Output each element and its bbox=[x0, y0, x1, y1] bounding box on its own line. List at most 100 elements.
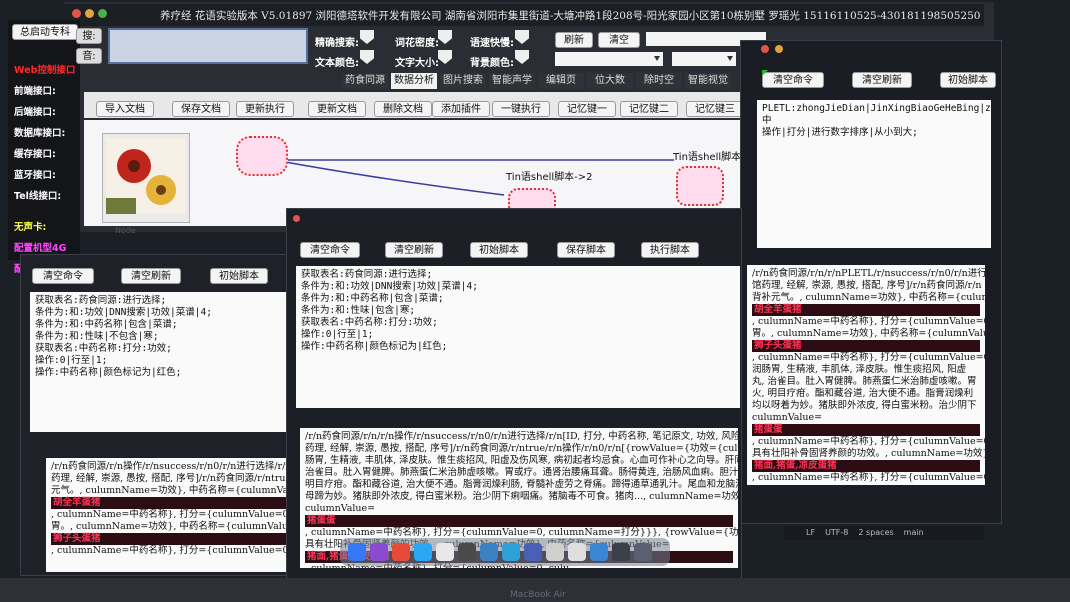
left-clear-refresh-button[interactable]: 清空刷新 bbox=[121, 268, 181, 284]
tab-3[interactable]: 智能声学 bbox=[489, 73, 535, 89]
dock-app-icon[interactable] bbox=[568, 543, 586, 561]
right-panel-min-dot-icon[interactable] bbox=[775, 45, 783, 53]
refresh-button[interactable]: 刷新 bbox=[555, 32, 593, 48]
toolbar-button-5[interactable]: 添加插件 bbox=[432, 101, 490, 117]
sidebar-item: Tel线接口: bbox=[14, 191, 62, 202]
output-line: 火, 明目疗疳。酯和藏谷道, 治大便不通。脂膏润燥利 bbox=[752, 388, 974, 399]
flow-node-icon-1[interactable] bbox=[236, 136, 288, 176]
sidebar-item: 无声卡: bbox=[14, 222, 47, 233]
center-init-script-button[interactable]: 初始脚本 bbox=[470, 242, 528, 258]
dock-app-icon[interactable] bbox=[414, 543, 432, 561]
dock-app-icon[interactable] bbox=[612, 543, 630, 561]
right-panel-close-dot-icon[interactable] bbox=[761, 45, 769, 53]
dock-app-icon[interactable] bbox=[436, 543, 454, 561]
dock-app-icon[interactable] bbox=[458, 543, 476, 561]
laptop-brand: MacBook Air bbox=[510, 590, 566, 600]
left-clear-command-button[interactable]: 清空命令 bbox=[32, 268, 94, 284]
status-item[interactable]: 2 spaces bbox=[858, 528, 893, 537]
tab-0[interactable]: 药食同源 bbox=[342, 73, 388, 89]
left-output-area[interactable]: /r/n药食同源/r/n操作/r/nsuccess/r/n0/r/n进行选择/r… bbox=[46, 458, 300, 572]
output-line: 胃。, culumnName=功效}, 中药名称={culumnValue= bbox=[51, 521, 300, 532]
dock-app-icon[interactable] bbox=[546, 543, 564, 561]
output-line: , culumnName=中药名称}, 打分={culumnValue=0, c… bbox=[752, 436, 985, 447]
sidebar-item[interactable]: Web控制接口 bbox=[14, 62, 75, 76]
output-line: 元气。, culumnName=功效}, 中药名称={culumnVa bbox=[51, 485, 289, 496]
window-controls[interactable] bbox=[72, 9, 112, 19]
sidebar-item: 配置机型4G bbox=[14, 243, 67, 254]
right-command-area[interactable]: PLETL:zhongJieDian|JinXingBiaoGeHeBing|z… bbox=[757, 100, 991, 248]
toolbar-button-6[interactable]: 一键执行 bbox=[492, 101, 550, 117]
dock-app-icon[interactable] bbox=[348, 543, 366, 561]
toolbar-button-4[interactable]: 删除文档 bbox=[374, 101, 432, 117]
toolbar: 导入文档 保存文档 更新执行 更新文档 删除文档 添加插件 一键执行 记忆键一 记忆键二 记忆键三 bbox=[88, 101, 748, 119]
status-item[interactable]: main bbox=[904, 528, 924, 537]
close-dot-icon[interactable] bbox=[72, 9, 81, 18]
right-init-script-button[interactable]: 初始脚本 bbox=[940, 72, 996, 88]
toolbar-button-1[interactable]: 保存文档 bbox=[172, 101, 230, 117]
right-output-area[interactable]: /r/n药食同源/r/n/r/nPLETL/r/nsuccess/r/n0/r/… bbox=[747, 265, 985, 485]
status-items: LF UTF-8 2 spaces main bbox=[806, 528, 934, 537]
sidebar-item: 蓝牙接口: bbox=[14, 170, 56, 181]
start-all-button[interactable]: 总启动专科 bbox=[12, 24, 78, 40]
toolbar-button-3[interactable]: 更新文档 bbox=[308, 101, 366, 117]
output-line: , culumnName=中药名称}, 打分={culumnValue=0, c… bbox=[752, 352, 985, 363]
search-label: 搜: bbox=[76, 28, 102, 44]
output-line: 药理, 经解, 崇源, 愚按, 搭配, 序号]/r/n药食同源/r/ntrue/… bbox=[51, 473, 300, 484]
output-line: culumnValue= bbox=[752, 412, 823, 423]
text-color-label: 文本颜色: bbox=[315, 58, 359, 69]
tab-1[interactable]: 数据分析 bbox=[391, 73, 437, 89]
center-close-dot-icon[interactable] bbox=[293, 215, 300, 222]
toolbar-button-8[interactable]: 记忆键二 bbox=[620, 101, 678, 117]
select-one-chevron-icon bbox=[654, 56, 660, 61]
toolbar-button-0[interactable]: 导入文档 bbox=[96, 101, 154, 117]
tab-2[interactable]: 图片搜索 bbox=[440, 73, 486, 89]
dock-app-icon[interactable] bbox=[392, 543, 410, 561]
right-flag-icon bbox=[762, 70, 768, 76]
status-item[interactable]: LF bbox=[806, 528, 815, 537]
dock-app-icon[interactable] bbox=[590, 543, 608, 561]
maximize-dot-icon[interactable] bbox=[98, 9, 107, 18]
output-line: 背补元气。, culumnName=功效}, 中药名称={culumnVa bbox=[752, 292, 985, 303]
output-line: /r/n药食同源/r/n/r/nPLETL/r/nsuccess/r/n0/r/… bbox=[752, 268, 985, 279]
tab-6[interactable]: 除时空 bbox=[636, 73, 682, 89]
output-line: /r/n药食同源/r/n/r/n操作/r/nsuccess/r/n0/r/n进行… bbox=[305, 431, 738, 442]
output-line: 药理, 经解, 崇源, 愚按, 搭配, 序号]/r/n药食同源/r/ntrue/… bbox=[305, 443, 738, 454]
sidebar-item: 缓存接口: bbox=[14, 149, 56, 160]
dock-app-icon[interactable] bbox=[524, 543, 542, 561]
minimize-dot-icon[interactable] bbox=[85, 9, 94, 18]
highlighted-row: 猪蛋蛋 bbox=[305, 515, 733, 527]
left-command-area[interactable]: 获取表名:药食同源:进行选择; 条件为:和:功效|DNN搜索|功效|菜谱|4; … bbox=[30, 292, 296, 432]
tab-4[interactable]: 编辑页 bbox=[538, 73, 584, 89]
toolbar-button-2[interactable]: 更新执行 bbox=[236, 101, 294, 117]
left-init-script-button[interactable]: 初始脚本 bbox=[210, 268, 268, 284]
tab-7[interactable]: 智能视觉 bbox=[685, 73, 731, 89]
speech-speed-label: 语速快慢: bbox=[470, 38, 514, 49]
output-line: 均以呀着为妙。猪肤即外浓皮, 得白蜜米粉。治少阴下 bbox=[752, 400, 977, 411]
select-one[interactable] bbox=[555, 52, 663, 66]
flow-node-icon-3[interactable] bbox=[676, 166, 724, 206]
center-command-area[interactable]: 获取表名:药食同源:进行选择; 条件为:和:功效|DNN搜索|功效|菜谱|4; … bbox=[296, 266, 740, 408]
search-input[interactable] bbox=[108, 28, 308, 64]
clear-button[interactable]: 清空 bbox=[598, 32, 640, 48]
dock-app-icon[interactable] bbox=[634, 543, 652, 561]
text-size-label: 文字大小: bbox=[395, 58, 439, 69]
output-line: 肠胃, 生精液, 丰肌体, 泽皮肤。惟生痰招风, 阳虚及伤风寒, 病初起者均忌食… bbox=[305, 455, 738, 466]
right-clear-refresh-button[interactable]: 清空刷新 bbox=[852, 72, 912, 88]
dock-app-icon[interactable] bbox=[370, 543, 388, 561]
dock-app-icon[interactable] bbox=[480, 543, 498, 561]
center-clear-command-button[interactable]: 清空命令 bbox=[300, 242, 360, 258]
select-two-chevron-icon bbox=[727, 56, 733, 61]
center-run-script-button[interactable]: 执行脚本 bbox=[641, 242, 699, 258]
dock-app-icon[interactable] bbox=[502, 543, 520, 561]
toolbar-button-9[interactable]: 记忆键三 bbox=[686, 101, 744, 117]
precise-search-label: 精确搜索: bbox=[315, 38, 359, 49]
output-line: , culumnName=中药名称}, 打分={culumnValue=0, c… bbox=[752, 316, 985, 327]
center-clear-refresh-button[interactable]: 清空刷新 bbox=[385, 242, 443, 258]
right-clear-command-button[interactable]: 清空命令 bbox=[762, 72, 824, 88]
node-label: Node bbox=[115, 226, 136, 235]
status-item[interactable]: UTF-8 bbox=[825, 528, 848, 537]
tab-5[interactable]: 位大数 bbox=[587, 73, 633, 89]
center-save-script-button[interactable]: 保存脚本 bbox=[557, 242, 615, 258]
toolbar-button-7[interactable]: 记忆键一 bbox=[558, 101, 616, 117]
flow-label-2: Tin语shell脚本->2 bbox=[506, 172, 593, 183]
